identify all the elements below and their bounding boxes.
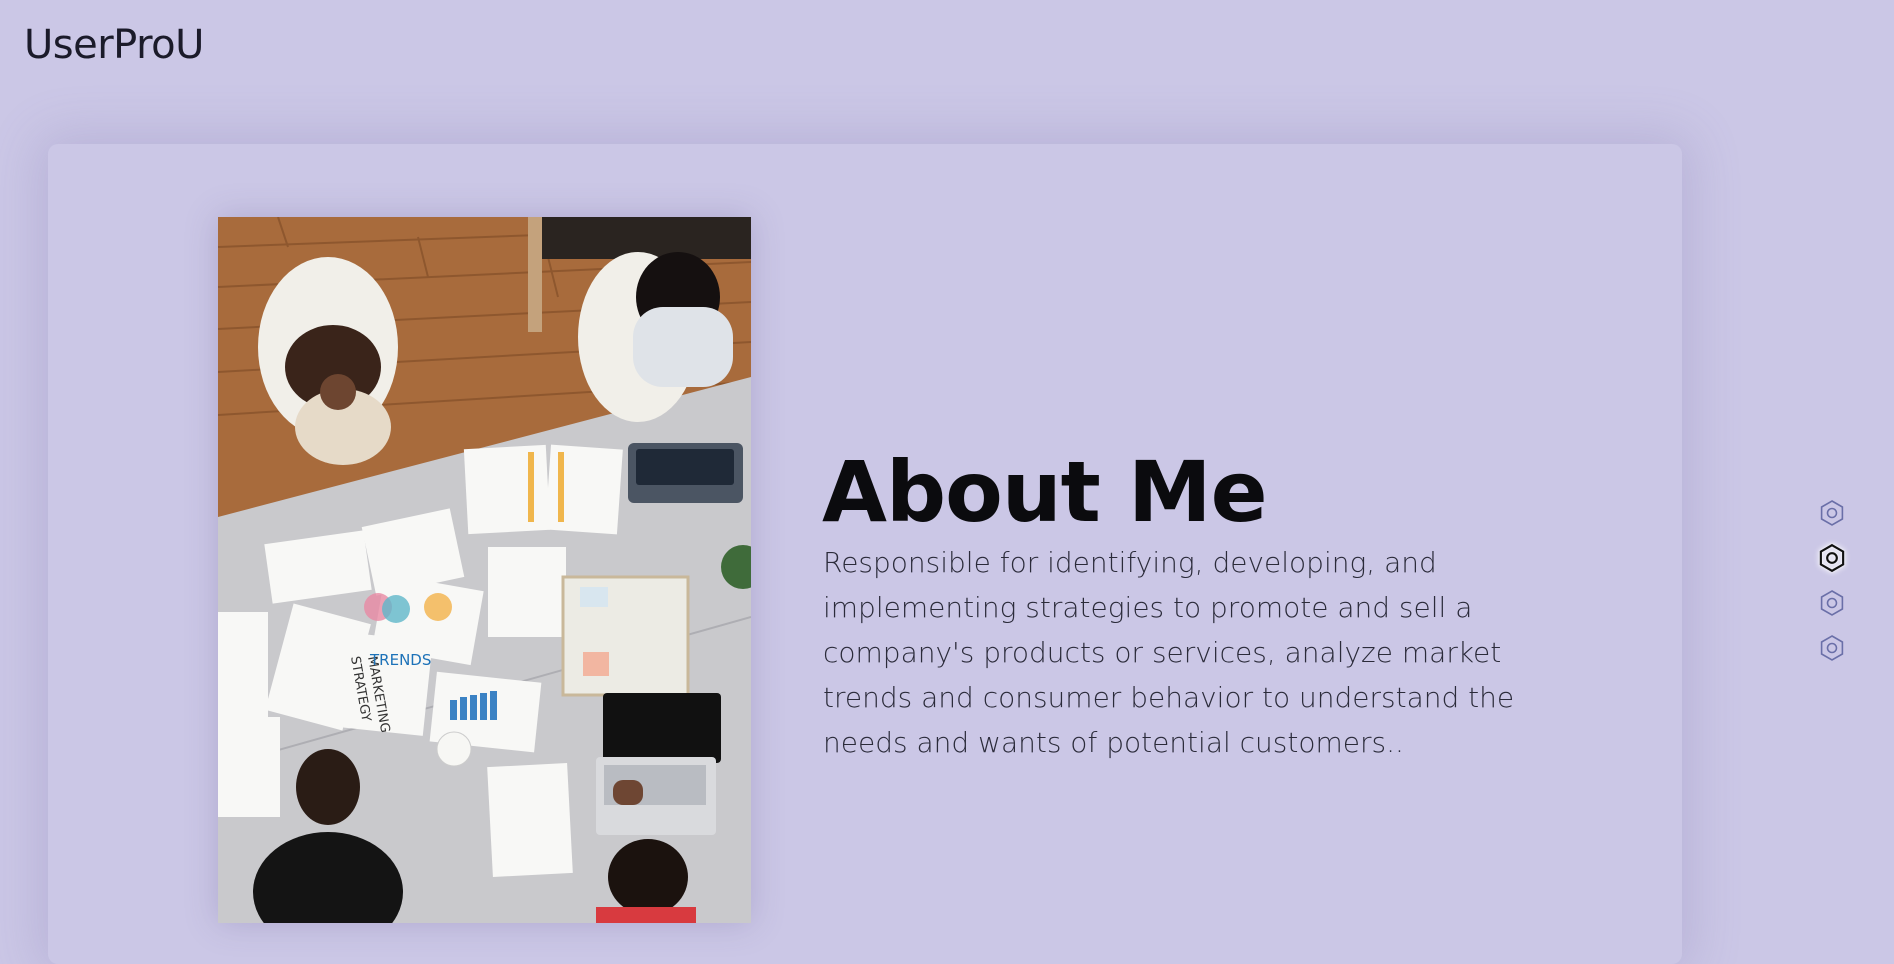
section-nav-dot-4[interactable] xyxy=(1816,632,1848,664)
section-nav xyxy=(1816,497,1848,677)
hexagon-icon xyxy=(1820,590,1844,616)
svg-text:TRENDS: TRENDS xyxy=(369,651,431,669)
section-nav-dot-2[interactable] xyxy=(1816,542,1848,574)
about-description: Responsible for identifying, developing,… xyxy=(823,546,1515,759)
hexagon-icon xyxy=(1819,543,1845,573)
section-nav-dot-3[interactable] xyxy=(1816,587,1848,619)
brand-logo[interactable]: UserProU xyxy=(24,22,204,68)
section-nav-dot-1[interactable] xyxy=(1816,497,1848,529)
hexagon-icon xyxy=(1820,500,1844,526)
hexagon-icon xyxy=(1820,635,1844,661)
about-photo: MARKETING STRATEGY TRENDS xyxy=(218,217,751,923)
about-heading: About Me xyxy=(822,443,1268,541)
